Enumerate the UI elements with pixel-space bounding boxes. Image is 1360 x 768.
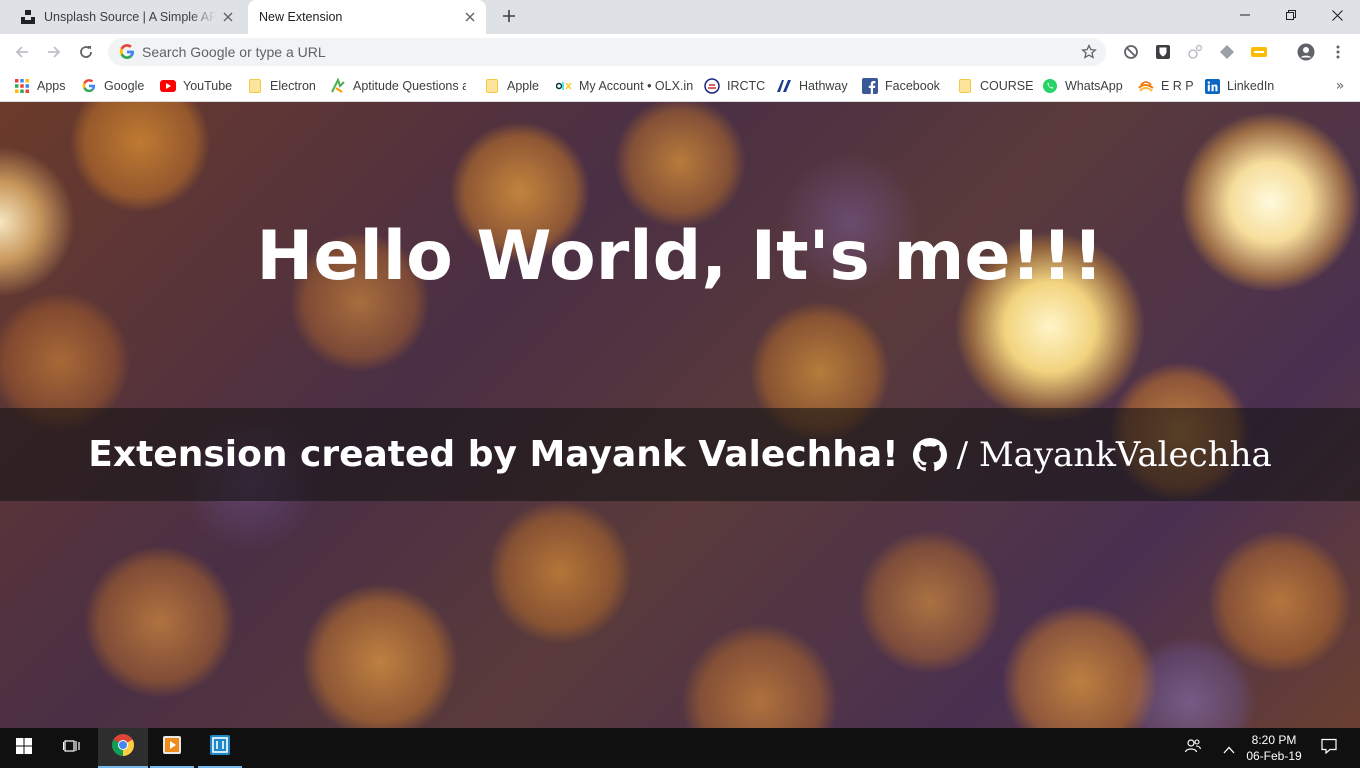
system-clock[interactable]: 8:20 PM 06-Feb-19 [1240,732,1308,764]
omnibox-input[interactable] [142,44,1075,60]
bookmark-folder-electron[interactable]: Electron [247,74,316,98]
tab-title: New Extension [259,10,343,24]
aptitude-icon [330,78,346,94]
new-tab-button[interactable] [498,5,520,27]
irctc-icon [704,78,720,94]
linkedin-icon [1204,78,1220,94]
bitwarden-extension-icon[interactable] [1152,41,1174,63]
omnibox[interactable] [108,38,1106,66]
layers-extension-icon[interactable] [1216,41,1238,63]
bookmark-label: Hathway [799,79,848,93]
bookmark-folder-apple[interactable]: Apple [484,74,539,98]
people-button[interactable] [1176,728,1210,768]
bookmark-linkedin[interactable]: LinkedIn [1204,74,1274,98]
notification-icon [1321,738,1337,758]
yellow-extension-icon[interactable] [1248,41,1270,63]
bookmark-label: Google [104,79,145,93]
close-tab-icon[interactable] [458,5,482,29]
bookmark-erp[interactable]: E R P [1138,74,1194,98]
apps-grid-icon [14,78,30,94]
whatsapp-icon [1042,78,1058,94]
google-g-icon [119,44,135,60]
tab-unsplash-source[interactable]: Unsplash Source | A Simple API for Embed… [8,0,244,34]
bookmark-label: LinkedIn [1227,79,1275,93]
bookmark-label: YouTube [183,79,233,93]
new-extension-page: Hello World, It's me!!! Extension create… [0,102,1360,728]
bookmark-label: Apps [37,79,66,93]
code-editor-icon [209,734,231,760]
menu-kebab-icon[interactable] [1327,41,1349,63]
bookmark-label: COURSE [980,79,1034,93]
folder-icon [484,78,500,94]
bookmark-whatsapp[interactable]: WhatsApp [1042,74,1123,98]
bookmark-label: Apple [507,79,539,93]
back-button[interactable] [8,38,36,66]
bookmark-star-icon[interactable] [1075,38,1103,66]
youtube-icon [160,78,176,94]
credit-text: Extension created by Mayank Valechha! [88,434,899,475]
tab-title: Unsplash Source | A Simple API for Embed… [44,10,216,24]
bookmarks-bar: Apps Google YouTube Electron Aptitude Qu… [0,70,1360,102]
bookmark-irctc[interactable]: IRCTC [704,74,765,98]
github-username-link[interactable]: / MayankValechha [957,435,1272,475]
media-player-icon [162,735,182,759]
block-extension-icon[interactable] [1120,41,1142,63]
folder-icon [247,78,263,94]
reload-button[interactable] [72,38,100,66]
close-window-button[interactable] [1314,0,1360,30]
bookmark-label: E R P [1161,79,1194,93]
page-headline: Hello World, It's me!!! [256,217,1104,296]
bookmark-youtube[interactable]: YouTube [160,74,232,98]
browser-toolbar [0,34,1360,70]
bookmark-folder-course[interactable]: COURSE [957,74,1033,98]
windows-taskbar: 8:20 PM 06-Feb-19 [0,728,1360,768]
chrome-icon [111,733,135,761]
people-icon [1184,737,1202,759]
tab-new-extension[interactable]: New Extension [248,0,486,34]
taskbar-media-app[interactable] [150,728,194,768]
task-view-button[interactable] [48,728,96,768]
bookmark-label: IRCTC [727,79,766,93]
clock-date: 06-Feb-19 [1246,749,1302,763]
restore-button[interactable] [1268,0,1314,30]
bookmark-label: Facebook [885,79,940,93]
unsplash-icon [20,9,36,25]
forward-button[interactable] [40,38,68,66]
erp-icon [1138,78,1154,94]
settings-extension-icon[interactable] [1184,41,1206,63]
bookmark-olx[interactable]: My Account • OLX.in [556,74,693,98]
start-button[interactable] [0,728,48,768]
bookmark-facebook[interactable]: Facebook [862,74,940,98]
profile-avatar-icon[interactable] [1295,41,1317,63]
bookmark-aptitude[interactable]: Aptitude Questions a [330,74,466,98]
bookmark-label: Electron [270,79,316,93]
tab-strip: Unsplash Source | A Simple API for Embed… [0,0,1360,34]
bookmark-label: My Account • OLX.in [579,79,694,93]
credit-banner: Extension created by Mayank Valechha! / … [0,408,1360,501]
facebook-icon [862,78,878,94]
action-center-button[interactable] [1312,728,1346,768]
more-bookmarks-chevron-icon[interactable]: » [1332,78,1348,94]
github-icon[interactable] [912,437,947,472]
hathway-icon [776,78,792,94]
google-icon [81,78,97,94]
bookmark-google[interactable]: Google [81,74,144,98]
bookmark-label: Aptitude Questions a [353,79,466,93]
taskbar-chrome[interactable] [98,728,148,768]
windows-logo-icon [16,738,32,758]
folder-icon [957,78,973,94]
close-tab-icon[interactable] [216,5,240,29]
olx-icon [556,78,572,94]
minimize-button[interactable] [1222,0,1268,30]
taskbar-code-app[interactable] [198,728,242,768]
bookmark-apps[interactable]: Apps [14,74,66,98]
bookmark-hathway[interactable]: Hathway [776,74,848,98]
task-view-icon [62,738,81,758]
clock-time: 8:20 PM [1251,733,1297,747]
chevron-up-icon [1223,739,1235,758]
bookmark-label: WhatsApp [1065,79,1123,93]
